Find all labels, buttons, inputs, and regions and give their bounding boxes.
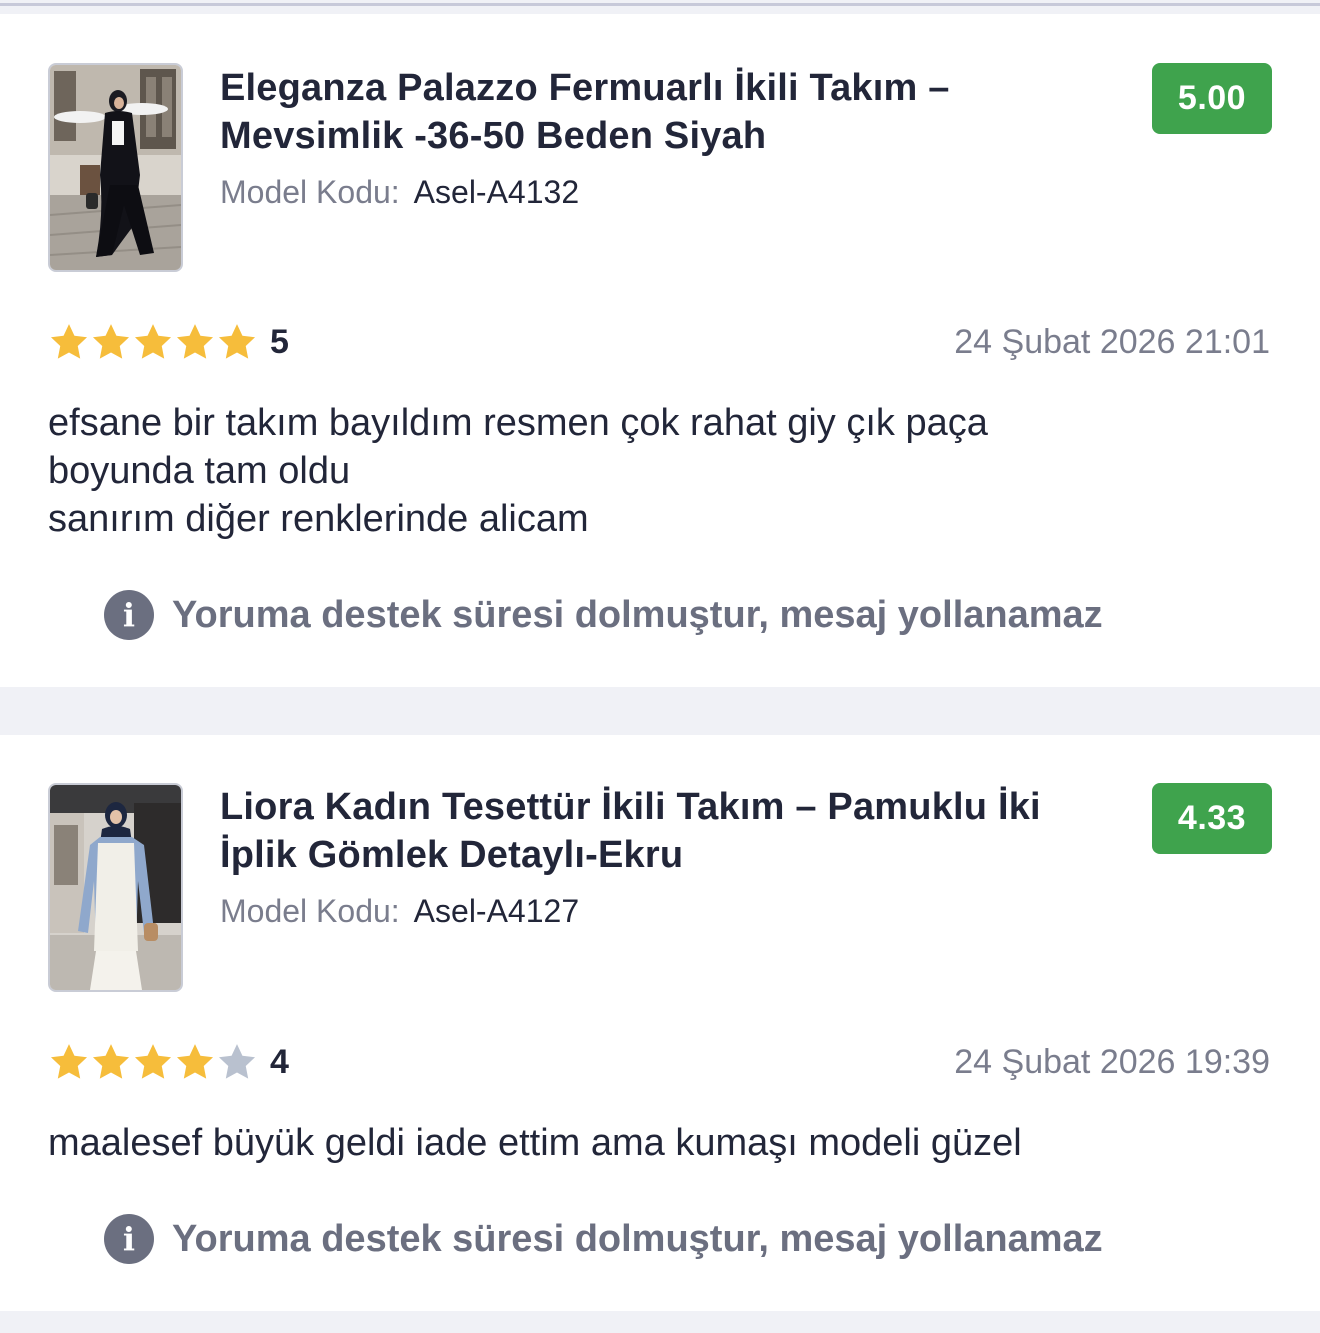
review-card: Eleganza Palazzo Fermuarlı İkili Takım –…	[0, 14, 1320, 687]
score-badge: 5.00	[1152, 63, 1272, 134]
notice-text: Yoruma destek süresi dolmuştur, mesaj yo…	[172, 1217, 1103, 1260]
rating-value: 4	[270, 1043, 289, 1081]
notice-text: Yoruma destek süresi dolmuştur, mesaj yo…	[172, 593, 1103, 636]
model-code-value: Asel-A4132	[413, 174, 580, 210]
model-code-row: Model Kodu: Asel-A4127	[220, 891, 579, 931]
product-thumbnail[interactable]	[48, 783, 183, 992]
model-code-label: Model Kodu:	[220, 893, 400, 929]
review-comment: maalesef büyük geldi iade ettim ama kuma…	[48, 1122, 1022, 1164]
info-icon: i	[104, 590, 154, 640]
star-icon-filled	[50, 1044, 88, 1079]
product-image	[50, 785, 181, 990]
product-title[interactable]: Liora Kadın Tesettür İkili Takım – Pamuk…	[220, 783, 1120, 879]
star-icon-filled	[176, 1044, 214, 1079]
product-title[interactable]: Eleganza Palazzo Fermuarlı İkili Takım –…	[220, 64, 1120, 160]
star-icon-filled	[134, 1044, 172, 1079]
model-code-value: Asel-A4127	[413, 893, 580, 929]
score-badge: 4.33	[1152, 783, 1272, 854]
star-icon-filled	[134, 324, 172, 359]
star-icon-filled	[218, 324, 256, 359]
star-icon-filled	[92, 324, 130, 359]
star-icon-empty	[218, 1044, 256, 1079]
info-icon: i	[104, 1214, 154, 1264]
star-rating	[48, 1041, 258, 1083]
product-thumbnail[interactable]	[48, 63, 183, 272]
star-icon-filled	[92, 1044, 130, 1079]
star-icon-filled	[50, 324, 88, 359]
model-code-row: Model Kodu: Asel-A4132	[220, 172, 579, 212]
star-rating	[48, 321, 258, 363]
rating-value: 5	[270, 323, 289, 361]
support-expired-notice: i Yoruma destek süresi dolmuştur, mesaj …	[104, 1214, 1103, 1264]
model-code-label: Model Kodu:	[220, 174, 400, 210]
top-divider	[0, 3, 1320, 6]
review-date: 24 Şubat 2026 21:01	[954, 323, 1270, 361]
product-image	[50, 65, 181, 270]
review-date: 24 Şubat 2026 19:39	[954, 1043, 1270, 1081]
support-expired-notice: i Yoruma destek süresi dolmuştur, mesaj …	[104, 590, 1103, 640]
review-card: Liora Kadın Tesettür İkili Takım – Pamuk…	[0, 735, 1320, 1311]
star-icon-filled	[176, 324, 214, 359]
review-comment: efsane bir takım bayıldım resmen çok rah…	[48, 402, 988, 540]
